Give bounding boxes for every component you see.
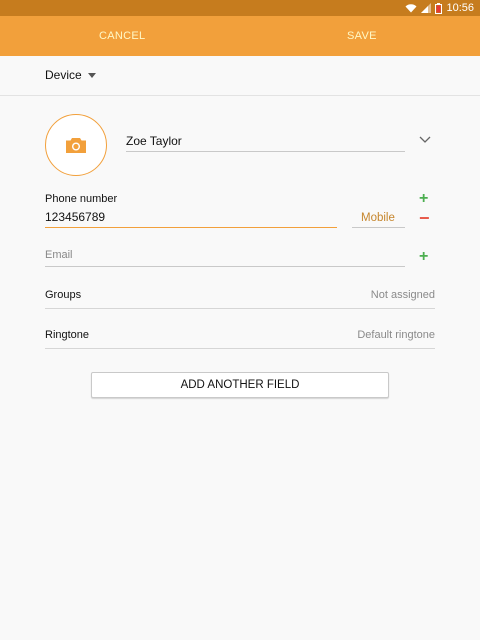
storage-label: Device <box>45 68 82 82</box>
name-value: Zoe Taylor <box>126 134 182 148</box>
ringtone-value: Default ringtone <box>357 329 435 341</box>
add-phone-icon[interactable]: + <box>419 191 428 207</box>
phone-type-value: Mobile <box>361 212 395 224</box>
groups-value: Not assigned <box>370 289 435 301</box>
name-field[interactable]: Zoe Taylor <box>126 131 405 152</box>
storage-bar: Device <box>0 56 480 96</box>
email-input[interactable]: Email <box>45 246 405 267</box>
phone-type-selector[interactable]: Mobile <box>352 208 405 228</box>
signal-icon <box>421 3 432 13</box>
remove-phone-icon[interactable]: − <box>419 209 430 227</box>
wifi-icon <box>405 4 417 13</box>
camera-icon <box>66 137 86 153</box>
phone-number-input[interactable]: 123456789 <box>45 206 337 228</box>
ringtone-label: Ringtone <box>45 329 90 341</box>
status-time: 10:56 <box>446 2 474 14</box>
cancel-button[interactable]: CANCEL <box>99 16 145 56</box>
dropdown-arrow-icon <box>87 72 96 78</box>
status-icons: 10:56 <box>405 1 474 15</box>
status-bar: 10:56 <box>0 0 480 16</box>
email-placeholder: Email <box>45 249 73 261</box>
groups-label: Groups <box>45 289 82 301</box>
phone-number-value: 123456789 <box>45 210 106 224</box>
contact-photo-button[interactable] <box>45 114 107 176</box>
phone-number-label: Phone number <box>45 193 118 205</box>
add-another-field-button[interactable]: ADD ANOTHER FIELD <box>91 372 389 398</box>
storage-selector[interactable]: Device <box>45 68 96 82</box>
save-button[interactable]: SAVE <box>347 16 377 56</box>
expand-name-chevron-icon[interactable] <box>418 134 432 146</box>
action-bar: CANCEL SAVE <box>0 16 480 56</box>
ringtone-row[interactable]: Ringtone Default ringtone <box>45 326 435 349</box>
add-email-icon[interactable]: + <box>419 249 428 265</box>
groups-row[interactable]: Groups Not assigned <box>45 286 435 309</box>
battery-icon <box>435 2 443 14</box>
